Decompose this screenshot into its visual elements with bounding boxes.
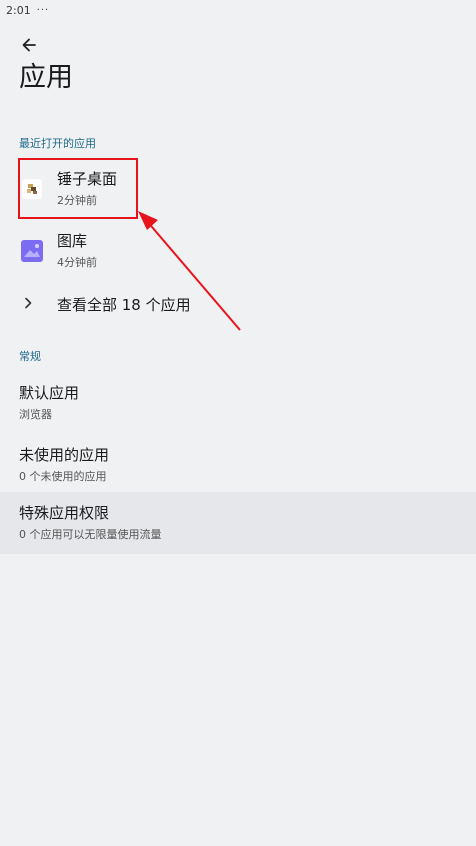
special-app-access-item[interactable]: 特殊应用权限 0 个应用可以无限量使用流量: [0, 492, 476, 554]
app-last-used: 4分钟前: [57, 256, 97, 269]
setting-subtitle: 浏览器: [19, 408, 52, 421]
chevron-right-icon: [25, 297, 32, 309]
unused-apps-item[interactable]: 未使用的应用 0 个未使用的应用: [0, 434, 476, 496]
status-bar: 2:01 ···: [6, 2, 49, 18]
back-arrow-icon: [22, 38, 36, 52]
hammer-launcher-icon: [21, 178, 43, 200]
setting-subtitle: 0 个应用可以无限量使用流量: [19, 528, 162, 541]
more-notifications-icon: ···: [36, 4, 50, 16]
view-all-label: 查看全部 18 个应用: [57, 296, 191, 314]
apps-settings-page: 2:01 ··· 应用 最近打开的应用 锤子桌面 2分钟前 图库 4分钟前 查看…: [0, 0, 476, 846]
section-header-general: 常规: [19, 350, 41, 363]
app-last-used: 2分钟前: [57, 194, 97, 207]
setting-subtitle: 0 个未使用的应用: [19, 470, 107, 483]
app-name: 锤子桌面: [57, 170, 118, 188]
recent-app-gallery[interactable]: 图库 4分钟前: [0, 220, 476, 282]
view-all-apps-button[interactable]: 查看全部 18 个应用: [0, 285, 476, 323]
app-name: 图库: [57, 232, 88, 250]
setting-title: 特殊应用权限: [19, 504, 110, 522]
recent-app-hammer-launcher[interactable]: 锤子桌面 2分钟前: [0, 158, 476, 220]
setting-title: 未使用的应用: [19, 446, 110, 464]
setting-title: 默认应用: [19, 384, 80, 402]
gallery-icon: [21, 240, 43, 262]
status-time: 2:01: [6, 3, 31, 17]
default-apps-item[interactable]: 默认应用 浏览器: [0, 372, 476, 434]
back-button[interactable]: [16, 33, 42, 57]
page-title: 应用: [19, 62, 73, 93]
section-header-recent: 最近打开的应用: [19, 137, 96, 150]
